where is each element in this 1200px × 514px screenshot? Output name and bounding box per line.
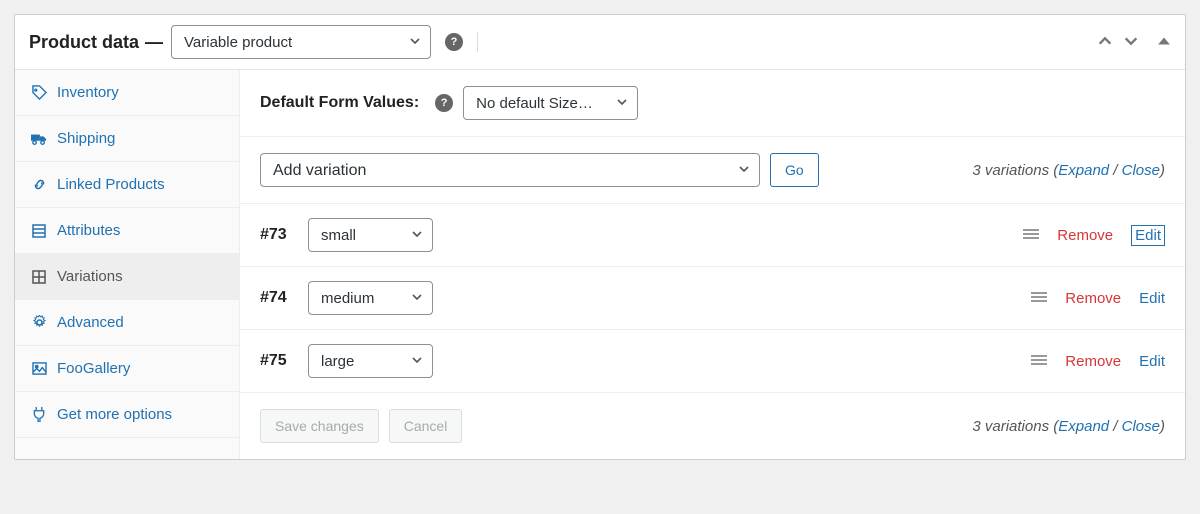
help-icon[interactable]: ? bbox=[435, 94, 453, 112]
paren-close: ) bbox=[1160, 418, 1165, 435]
sidebar-item-inventory[interactable]: Inventory bbox=[15, 70, 239, 116]
variation-count: 3 variations bbox=[972, 162, 1049, 179]
variation-attr-select-wrap: medium bbox=[308, 281, 433, 315]
variation-action-select[interactable]: Add variation bbox=[260, 153, 760, 187]
sidebar-item-attributes[interactable]: Attributes bbox=[15, 208, 239, 254]
remove-link[interactable]: Remove bbox=[1057, 227, 1113, 244]
drag-handle-icon[interactable] bbox=[1031, 290, 1047, 307]
edit-link[interactable]: Edit bbox=[1139, 290, 1165, 307]
variation-action-select-wrap: Add variation bbox=[260, 153, 760, 187]
sidebar-item-advanced[interactable]: Advanced bbox=[15, 300, 239, 346]
sidebar-item-label: Get more options bbox=[57, 406, 172, 423]
default-size-select[interactable]: No default Size… bbox=[463, 86, 638, 120]
default-size-select-wrap: No default Size… bbox=[463, 86, 638, 120]
sidebar-item-label: Advanced bbox=[57, 314, 124, 331]
sidebar-item-label: Attributes bbox=[57, 222, 120, 239]
edit-link[interactable]: Edit bbox=[1131, 225, 1165, 246]
footer-row: Save changes Cancel 3 variations (Expand… bbox=[240, 393, 1185, 459]
header-divider bbox=[477, 32, 478, 52]
variation-attr-select[interactable]: small bbox=[308, 218, 433, 252]
expand-link[interactable]: Expand bbox=[1058, 162, 1109, 179]
sidebar-item-label: Inventory bbox=[57, 84, 119, 101]
expand-link[interactable]: Expand bbox=[1058, 418, 1109, 435]
edit-link[interactable]: Edit bbox=[1139, 353, 1165, 370]
panel-body: Inventory Shipping Linked Products Attri… bbox=[15, 70, 1185, 459]
link-icon bbox=[31, 177, 47, 192]
title-text: Product data bbox=[29, 32, 139, 53]
title-dash: — bbox=[145, 32, 163, 53]
sidebar-item-variations[interactable]: Variations bbox=[15, 254, 239, 300]
variation-id: #73 bbox=[260, 226, 298, 244]
sidebar-item-foogallery[interactable]: FooGallery bbox=[15, 346, 239, 392]
product-type-select-wrap: Variable product bbox=[171, 25, 431, 59]
drag-handle-icon[interactable] bbox=[1023, 227, 1039, 244]
variation-row: #74 medium Remove Edit bbox=[240, 267, 1185, 330]
paren-close: ) bbox=[1160, 162, 1165, 179]
summary-top: 3 variations (Expand / Close) bbox=[972, 162, 1165, 179]
list-icon bbox=[31, 224, 47, 238]
sidebar-item-label: Variations bbox=[57, 268, 123, 285]
content-area: Default Form Values: ? No default Size… … bbox=[240, 70, 1185, 459]
summary-bottom: 3 variations (Expand / Close) bbox=[972, 418, 1165, 435]
sidebar: Inventory Shipping Linked Products Attri… bbox=[15, 70, 240, 459]
plug-icon bbox=[31, 407, 47, 422]
sidebar-item-label: Shipping bbox=[57, 130, 115, 147]
collapse-icon[interactable] bbox=[1157, 34, 1171, 51]
panel-title: Product data — bbox=[29, 32, 163, 53]
product-type-select[interactable]: Variable product bbox=[171, 25, 431, 59]
defaults-row: Default Form Values: ? No default Size… bbox=[240, 70, 1185, 137]
truck-icon bbox=[31, 132, 47, 146]
remove-link[interactable]: Remove bbox=[1065, 353, 1121, 370]
variation-action-row: Add variation Go 3 variations (Expand / … bbox=[240, 137, 1185, 204]
variation-row: #75 large Remove Edit bbox=[240, 330, 1185, 393]
close-link[interactable]: Close bbox=[1122, 418, 1160, 435]
variation-count: 3 variations bbox=[972, 418, 1049, 435]
variation-actions: Remove Edit bbox=[1023, 225, 1165, 246]
variation-attr-select-wrap: small bbox=[308, 218, 433, 252]
move-up-icon[interactable] bbox=[1097, 33, 1113, 52]
variation-attr-select[interactable]: large bbox=[308, 344, 433, 378]
help-icon[interactable]: ? bbox=[445, 33, 463, 51]
close-link[interactable]: Close bbox=[1122, 162, 1160, 179]
variation-id: #74 bbox=[260, 289, 298, 307]
variations-list: #73smallRemoveEdit#74mediumRemoveEdit#75… bbox=[240, 204, 1185, 393]
save-button[interactable]: Save changes bbox=[260, 409, 379, 443]
variation-attr-select[interactable]: medium bbox=[308, 281, 433, 315]
panel-header: Product data — Variable product ? bbox=[15, 15, 1185, 70]
tag-icon bbox=[31, 85, 47, 100]
sidebar-item-label: FooGallery bbox=[57, 360, 130, 377]
image-icon bbox=[31, 362, 47, 375]
go-button[interactable]: Go bbox=[770, 153, 819, 187]
variation-id: #75 bbox=[260, 352, 298, 370]
variation-actions: Remove Edit bbox=[1031, 353, 1165, 370]
header-controls bbox=[1097, 33, 1171, 52]
drag-handle-icon[interactable] bbox=[1031, 353, 1047, 370]
variation-actions: Remove Edit bbox=[1031, 290, 1165, 307]
defaults-label: Default Form Values: bbox=[260, 94, 419, 112]
move-down-icon[interactable] bbox=[1123, 33, 1139, 52]
sidebar-item-more[interactable]: Get more options bbox=[15, 392, 239, 438]
remove-link[interactable]: Remove bbox=[1065, 290, 1121, 307]
product-data-panel: Product data — Variable product ? bbox=[14, 14, 1186, 460]
sidebar-item-label: Linked Products bbox=[57, 176, 165, 193]
cancel-button[interactable]: Cancel bbox=[389, 409, 463, 443]
variation-attr-select-wrap: large bbox=[308, 344, 433, 378]
grid-icon bbox=[31, 270, 47, 284]
sidebar-item-linked[interactable]: Linked Products bbox=[15, 162, 239, 208]
gear-icon bbox=[31, 315, 47, 330]
sidebar-item-shipping[interactable]: Shipping bbox=[15, 116, 239, 162]
variation-row: #73 small Remove Edit bbox=[240, 204, 1185, 267]
